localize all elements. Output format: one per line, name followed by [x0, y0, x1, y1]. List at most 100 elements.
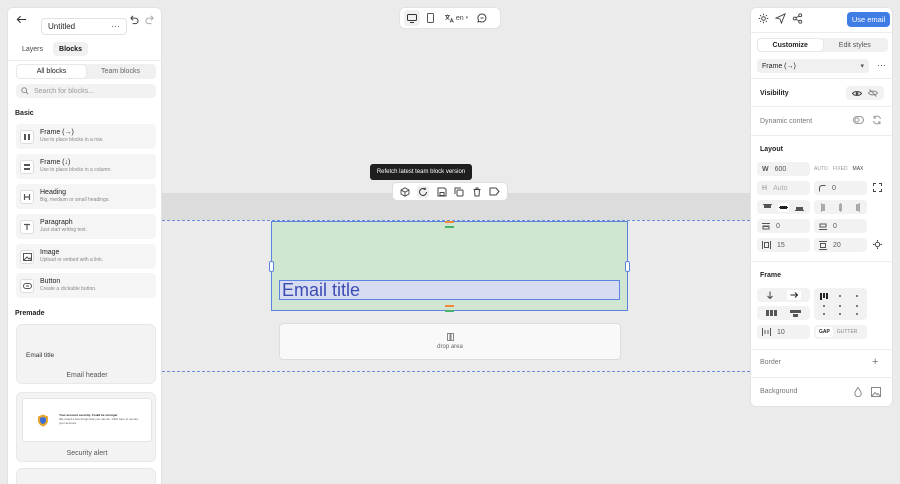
premade-security-alert[interactable]: Your account security. Could be stronger… [16, 392, 156, 462]
width-mode-max[interactable]: MAX [853, 166, 864, 172]
radius-field[interactable]: 0 [814, 181, 867, 195]
resize-handle-right[interactable] [625, 261, 630, 272]
padding-top-field[interactable]: 0 [757, 219, 810, 233]
padding-top-value: 0 [776, 222, 780, 230]
drop-area[interactable]: drop area [279, 323, 621, 360]
eye-off-icon[interactable] [868, 89, 878, 97]
align-middle-icon[interactable] [778, 202, 789, 212]
document-title-input[interactable]: Untitled ··· [41, 18, 127, 35]
use-email-button[interactable]: Use email [847, 12, 890, 27]
premade-item[interactable] [16, 468, 156, 484]
arrow-right-icon[interactable] [786, 290, 801, 300]
mobile-icon[interactable] [423, 13, 437, 23]
cube-icon[interactable] [400, 186, 410, 197]
element-selector[interactable]: Frame (→) ▾ [757, 59, 869, 73]
undo-icon[interactable] [128, 14, 139, 25]
duplicate-icon[interactable] [454, 187, 464, 197]
filter-team-blocks[interactable]: Team blocks [86, 65, 155, 78]
align-grid-dot[interactable] [839, 313, 842, 316]
align-grid-dot[interactable] [823, 305, 826, 308]
block-filter: All blocks Team blocks [16, 64, 156, 79]
chat-icon[interactable] [475, 13, 489, 23]
distribution-group [757, 306, 810, 320]
block-image[interactable]: Image Upload or embed with a link. [16, 244, 156, 269]
align-center-icon[interactable] [837, 202, 844, 212]
padding-link-icon[interactable] [873, 240, 882, 249]
tab-layers[interactable]: Layers [16, 42, 49, 56]
tab-blocks[interactable]: Blocks [53, 42, 88, 56]
align-right-icon[interactable] [853, 202, 860, 212]
padding-horizontal-value: 15 [777, 241, 785, 249]
align-grid-dot[interactable] [839, 295, 842, 298]
left-panel: Untitled ··· Layers Blocks All blocks Te… [7, 7, 163, 484]
translate-icon [444, 14, 454, 23]
align-top-icon[interactable] [763, 203, 772, 211]
width-prefix: W [762, 165, 769, 173]
email-title-heading[interactable]: Email title [279, 280, 620, 300]
wrap-icon[interactable] [789, 309, 801, 317]
expand-icon[interactable] [873, 183, 882, 192]
block-frame-row[interactable]: Frame (→) Use to place blocks in a row. [16, 124, 156, 149]
block-paragraph[interactable]: Paragraph Just start writing text. [16, 214, 156, 239]
redo-icon[interactable] [145, 14, 156, 25]
image-icon[interactable] [871, 387, 881, 397]
gap-field[interactable]: 10 [757, 325, 810, 339]
block-title: Paragraph [40, 219, 73, 226]
share-icon[interactable] [792, 13, 803, 24]
refetch-icon[interactable] [417, 185, 430, 198]
frame-label: Frame [760, 272, 782, 279]
block-description: Create a clickable button. [40, 286, 97, 292]
tag-icon[interactable] [489, 187, 500, 196]
toggle-icon[interactable] [853, 116, 864, 124]
width-field[interactable]: W 600 [757, 162, 810, 176]
search-placeholder: Search for blocks... [34, 87, 94, 95]
align-grid-dot[interactable] [839, 305, 842, 308]
refresh-icon[interactable] [872, 115, 882, 125]
width-mode-auto[interactable]: AUTO [814, 166, 828, 172]
more-icon[interactable]: ··· [111, 21, 120, 31]
trash-icon[interactable] [472, 187, 482, 197]
block-heading[interactable]: Heading Big, medium or small headings. [16, 184, 156, 209]
premade-label: Security alert [66, 450, 108, 457]
padding-bottom-field[interactable]: 0 [814, 219, 867, 233]
gap-mode-gutter[interactable]: GUTTER [837, 329, 858, 335]
droplet-icon[interactable] [854, 387, 862, 397]
filter-all-blocks[interactable]: All blocks [17, 65, 86, 78]
block-button[interactable]: Button Create a clickable button. [16, 273, 156, 298]
padding-vertical-field[interactable]: 20 [814, 238, 867, 252]
block-frame-column[interactable]: Frame (↓) Use to place blocks in a column… [16, 154, 156, 179]
padding-horizontal-icon [762, 241, 771, 249]
tab-edit-styles[interactable]: Edit styles [823, 39, 888, 51]
align-grid-dot[interactable] [823, 313, 826, 316]
send-icon[interactable] [775, 13, 786, 24]
resize-handle-left[interactable] [269, 261, 274, 272]
back-arrow-icon[interactable] [16, 14, 27, 25]
save-icon[interactable] [437, 187, 447, 197]
align-grid-dot[interactable] [855, 313, 858, 316]
distribute-icon[interactable] [766, 310, 778, 316]
premade-email-header[interactable]: Email title Email header [16, 324, 156, 384]
width-mode-fixed[interactable]: FIXED [833, 166, 848, 172]
align-left-icon[interactable] [821, 202, 828, 212]
more-options-icon[interactable]: ··· [877, 60, 886, 70]
align-grid-dot[interactable] [855, 305, 858, 308]
padding-indicator [445, 226, 454, 228]
height-field[interactable]: H Auto [757, 181, 810, 195]
align-grid-top-left-icon[interactable] [820, 292, 829, 300]
eye-icon[interactable] [852, 90, 862, 97]
desktop-icon[interactable] [404, 10, 420, 26]
block-search-input[interactable]: Search for blocks... [16, 84, 156, 98]
padding-horizontal-field[interactable]: 15 [757, 238, 810, 252]
premade-preview-body: We noted a few things that you can do. C… [59, 417, 139, 425]
align-bottom-icon[interactable] [795, 204, 804, 211]
add-border-icon[interactable]: + [872, 356, 878, 368]
arrow-down-icon[interactable] [766, 291, 774, 299]
tab-customize[interactable]: Customize [758, 39, 823, 51]
gap-mode-gap[interactable]: GAP [816, 327, 833, 337]
frame-row-icon [20, 129, 34, 144]
settings-icon[interactable] [758, 13, 769, 24]
block-title: Image [40, 249, 60, 256]
language-select[interactable]: en ▾ [440, 14, 472, 23]
align-grid-dot[interactable] [855, 295, 858, 298]
vertical-align-group [757, 200, 810, 214]
